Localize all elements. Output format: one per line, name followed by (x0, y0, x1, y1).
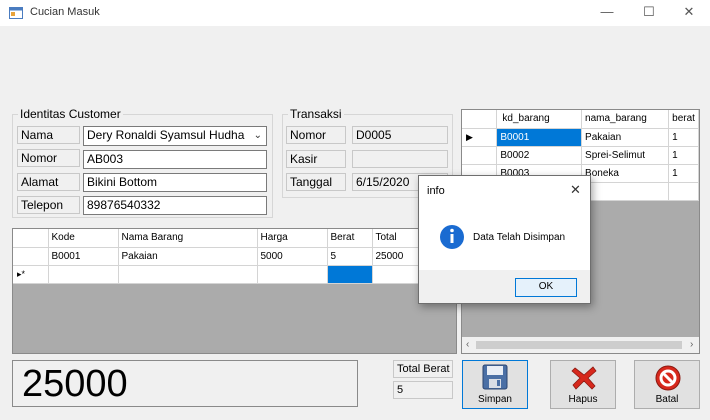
cell-berat[interactable]: 1 (668, 146, 699, 165)
cell-nama-barang[interactable]: Pakaian (118, 247, 258, 266)
column-header-nama-barang[interactable]: nama_barang (581, 110, 670, 129)
simpan-label: Simpan (478, 394, 512, 405)
table-row[interactable]: B0002 Sprei-Selimut 1 (462, 146, 699, 165)
hapus-label: Hapus (568, 394, 598, 405)
cell-kd-barang-selected[interactable]: B0001 (496, 128, 583, 147)
cell-nama-barang-new[interactable] (118, 265, 258, 284)
telepon-label: Telepon (17, 196, 80, 214)
cell-nama-barang[interactable]: Sprei-Selimut (581, 146, 670, 165)
minimize-button[interactable]: — (597, 3, 617, 21)
column-header-nama-barang[interactable]: Nama Barang (118, 229, 258, 248)
delete-x-icon (571, 366, 597, 390)
row-header[interactable] (13, 247, 49, 266)
cell-harga[interactable]: 5000 (257, 247, 328, 266)
close-button[interactable]: ✕ (679, 3, 699, 21)
column-header-berat[interactable]: berat (668, 110, 699, 129)
column-header-total[interactable]: Total (372, 229, 423, 248)
row-header[interactable] (462, 146, 498, 165)
nama-label: Nama (17, 126, 80, 144)
column-header-kode[interactable]: Kode (48, 229, 119, 248)
total-berat-label: Total Berat (393, 360, 453, 378)
cell-total[interactable]: 25000 (372, 247, 423, 266)
hapus-button[interactable]: Hapus (550, 360, 616, 409)
detail-grid-header: Kode Nama Barang Harga Berat Total (13, 229, 423, 248)
horizontal-scrollbar[interactable]: ‹ › (462, 337, 699, 353)
ok-button[interactable]: OK (515, 278, 577, 297)
kasir-label: Kasir (286, 150, 346, 168)
nama-combobox[interactable]: Dery Ronaldi Syamsul Hudha ⌄ (83, 126, 267, 146)
column-header-berat[interactable]: Berat (327, 229, 373, 248)
nomor-customer-input[interactable]: AB003 (83, 150, 267, 169)
scroll-right-icon[interactable]: › (690, 339, 693, 350)
cell-berat[interactable]: 1 (668, 164, 699, 183)
simpan-button[interactable]: Simpan (462, 360, 528, 409)
alamat-label: Alamat (17, 173, 80, 191)
scroll-left-icon[interactable]: ‹ (466, 339, 469, 350)
column-header-kd-barang[interactable]: kd_barang (496, 110, 583, 129)
scrollbar-thumb[interactable] (476, 341, 682, 349)
new-row[interactable]: ▸* (13, 265, 423, 284)
kasir-field[interactable] (352, 150, 448, 168)
save-icon (482, 364, 508, 390)
nama-value: Dery Ronaldi Syamsul Hudha (87, 128, 245, 142)
cell-nama-barang[interactable]: Boneka (581, 164, 670, 183)
table-row[interactable]: B0001 Pakaian 5000 5 25000 (13, 247, 423, 266)
cell-harga-new[interactable] (257, 265, 328, 284)
nomor-transaksi-field[interactable]: D0005 (352, 126, 448, 144)
dialog-close-button[interactable]: ✕ (570, 182, 581, 198)
column-header-harga[interactable]: Harga (257, 229, 328, 248)
maximize-button[interactable]: ☐ (639, 3, 659, 21)
chevron-down-icon[interactable]: ⌄ (254, 127, 262, 144)
total-value: 25000 (22, 363, 128, 405)
table-row[interactable]: ▶ B0001 Pakaian 1 (462, 128, 699, 147)
cell-kode-new[interactable] (48, 265, 119, 284)
total-berat-field[interactable]: 5 (393, 381, 453, 399)
telepon-input[interactable]: 89876540332 (83, 196, 267, 215)
cell-nama-barang[interactable]: Pakaian (581, 128, 670, 147)
batal-label: Batal (655, 394, 679, 405)
dialog-title: info (427, 185, 445, 197)
tanggal-label: Tanggal (286, 173, 346, 191)
cell-kode[interactable]: B0001 (48, 247, 119, 266)
detail-grid[interactable]: Kode Nama Barang Harga Berat Total B0001… (12, 228, 457, 354)
transaksi-group-legend: Transaksi (288, 107, 344, 121)
nomor-transaksi-label: Nomor (286, 126, 346, 144)
cancel-icon (655, 365, 681, 391)
barang-grid-header: kd_barang nama_barang berat (462, 110, 699, 129)
alamat-input[interactable]: Bikini Bottom (83, 173, 267, 192)
current-row-marker[interactable]: ▶ (462, 128, 498, 147)
customer-group-legend: Identitas Customer (18, 107, 123, 121)
nomor-customer-label: Nomor (17, 149, 80, 167)
new-row-marker[interactable]: ▸* (13, 265, 49, 284)
app-window-icon (9, 7, 23, 19)
cell-berat[interactable]: 5 (327, 247, 373, 266)
cell-kd-barang[interactable]: B0002 (496, 146, 583, 165)
window-title: Cucian Masuk (30, 6, 100, 18)
info-icon (440, 225, 464, 249)
dialog-message: Data Telah Disimpan (473, 232, 566, 243)
batal-button[interactable]: Batal (634, 360, 700, 409)
cell-total-new[interactable] (372, 265, 423, 284)
cell-berat-new-selected[interactable] (327, 265, 373, 284)
info-dialog[interactable]: info ✕ Data Telah Disimpan OK (418, 175, 591, 304)
cell-berat[interactable]: 1 (668, 128, 699, 147)
